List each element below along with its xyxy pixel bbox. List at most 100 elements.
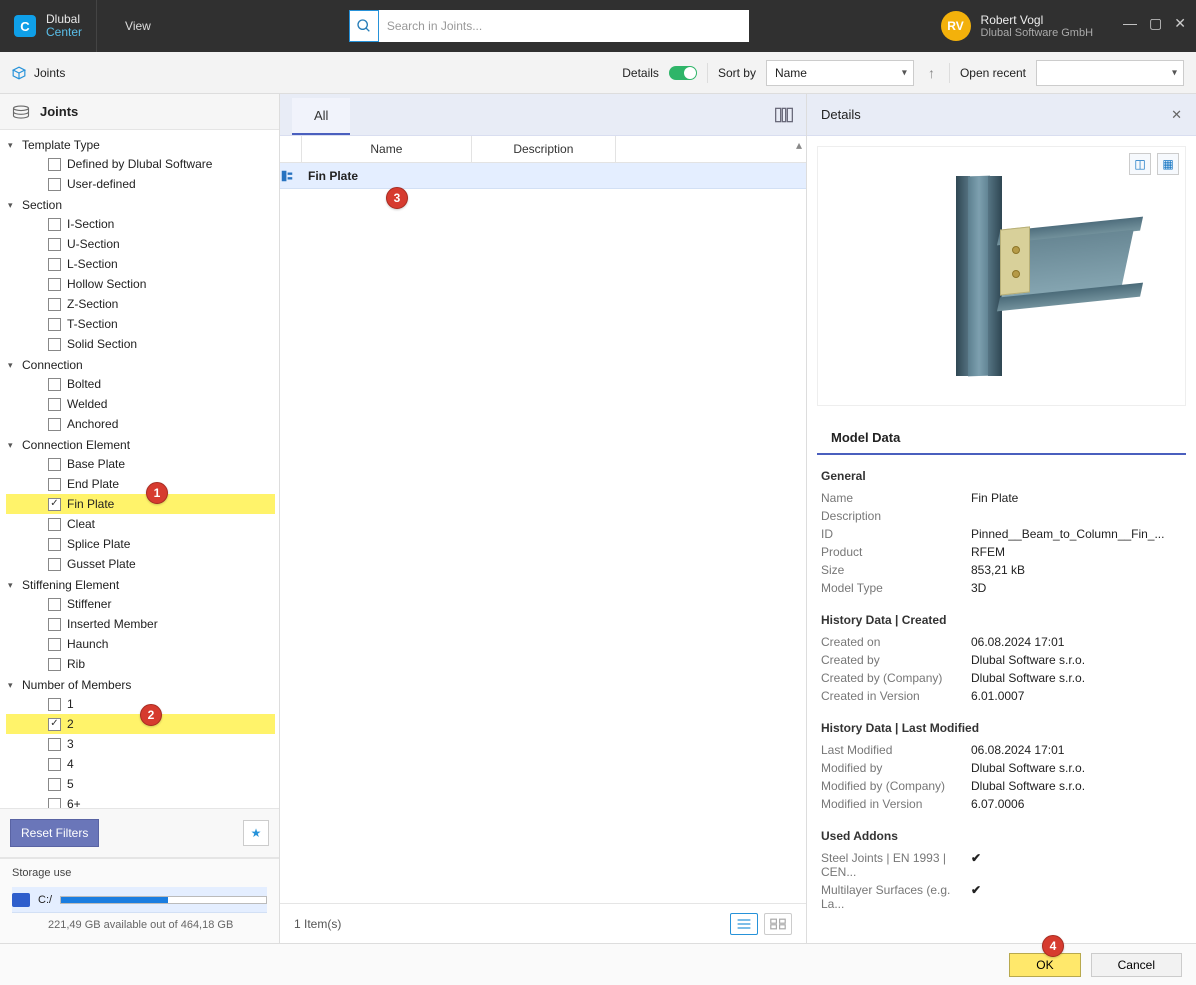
- favorite-button[interactable]: ★: [243, 820, 269, 846]
- chevron-down-icon: ▾: [1172, 67, 1177, 78]
- filter-fin-plate[interactable]: Fin Plate: [6, 494, 275, 514]
- filter-item[interactable]: I-Section: [6, 214, 275, 234]
- filter-item[interactable]: Inserted Member: [6, 614, 275, 634]
- columns-icon[interactable]: [774, 106, 794, 124]
- table-header: Name Description ▴: [280, 136, 806, 163]
- app-logo: C Dlubal Center: [0, 0, 96, 52]
- filter-item[interactable]: Welded: [6, 394, 275, 414]
- view-menu[interactable]: View: [96, 0, 179, 52]
- filter-item[interactable]: Gusset Plate: [6, 554, 275, 574]
- storage-text: 221,49 GB available out of 464,18 GB: [12, 919, 267, 931]
- group-stiffening-element[interactable]: ▾Stiffening Element: [6, 576, 275, 594]
- col-description[interactable]: Description: [472, 136, 616, 162]
- group-created: History Data | Created: [821, 607, 1182, 633]
- sidebar-header: Joints: [0, 94, 279, 130]
- close-icon[interactable]: ✕: [1174, 15, 1186, 32]
- sortby-select[interactable]: Name ▾: [766, 60, 914, 86]
- check-icon: ✔: [971, 883, 1182, 911]
- disk-icon: [12, 893, 30, 907]
- check-icon: ✔: [971, 851, 1182, 879]
- main-area: Joints ▾Template Type Defined by Dlubal …: [0, 94, 1196, 943]
- ok-button[interactable]: OK: [1009, 953, 1080, 977]
- app-header: C Dlubal Center View RV Robert Vogl Dlub…: [0, 0, 1196, 52]
- toolbar: Joints Details Sort by Name ▾ ↑ Open rec…: [0, 52, 1196, 94]
- minimize-icon[interactable]: —: [1123, 15, 1137, 32]
- marker-2: 2: [140, 704, 162, 726]
- render-model: [882, 176, 1122, 376]
- col-name[interactable]: Name: [302, 136, 472, 162]
- group-general: General: [821, 463, 1182, 489]
- chevron-down-icon: ▾: [902, 67, 907, 78]
- filter-item[interactable]: 4: [6, 754, 275, 774]
- filter-item[interactable]: Hollow Section: [6, 274, 275, 294]
- filter-item[interactable]: Z-Section: [6, 294, 275, 314]
- group-num-members[interactable]: ▾Number of Members: [6, 676, 275, 694]
- marker-1: 1: [146, 482, 168, 504]
- table-body: Fin Plate 3: [280, 163, 806, 903]
- storage-panel: Storage use C:/ 221,49 GB available out …: [0, 858, 279, 943]
- filter-item[interactable]: Solid Section: [6, 334, 275, 354]
- toolbar-joints-label[interactable]: Joints: [34, 66, 65, 80]
- filter-item[interactable]: Haunch: [6, 634, 275, 654]
- filter-item[interactable]: Stiffener: [6, 594, 275, 614]
- marker-3: 3: [386, 187, 408, 209]
- group-connection[interactable]: ▾Connection: [6, 356, 275, 374]
- filter-item[interactable]: Rib: [6, 654, 275, 674]
- filter-item[interactable]: T-Section: [6, 314, 275, 334]
- filter-item[interactable]: Defined by Dlubal Software: [6, 154, 275, 174]
- details-toggle[interactable]: [669, 66, 697, 80]
- group-modified: History Data | Last Modified: [821, 715, 1182, 741]
- center-panel: All Name Description ▴ Fin Plate 3 1 Ite…: [280, 94, 806, 943]
- marker-4: 4: [1042, 935, 1064, 957]
- filter-item[interactable]: End Plate: [6, 474, 275, 494]
- avatar[interactable]: RV: [941, 11, 971, 41]
- sortby-value: Name: [775, 66, 807, 80]
- filter-item[interactable]: Anchored: [6, 414, 275, 434]
- reset-filters-button[interactable]: Reset Filters: [10, 819, 99, 847]
- table-row[interactable]: Fin Plate: [280, 163, 806, 189]
- group-section[interactable]: ▾Section: [6, 196, 275, 214]
- image-icon[interactable]: ▦: [1157, 153, 1179, 175]
- filter-item[interactable]: Bolted: [6, 374, 275, 394]
- tab-all[interactable]: All: [292, 98, 350, 135]
- maximize-icon[interactable]: ▢: [1149, 15, 1162, 32]
- reset-row: Reset Filters ★: [0, 808, 279, 858]
- storage-label: Storage use: [12, 867, 267, 879]
- drive-label: C:/: [38, 894, 52, 906]
- close-details-icon[interactable]: ✕: [1171, 107, 1182, 123]
- center-footer: 1 Item(s): [280, 903, 806, 943]
- preview-3d[interactable]: ◫ ▦: [817, 146, 1186, 406]
- view-3d-icon[interactable]: ◫: [1129, 153, 1151, 175]
- open-recent-select[interactable]: ▾: [1036, 60, 1184, 86]
- grid-view-button[interactable]: [764, 913, 792, 935]
- details-label: Details: [622, 66, 659, 80]
- filter-item[interactable]: Splice Plate: [6, 534, 275, 554]
- filter-item[interactable]: 3: [6, 734, 275, 754]
- filter-item[interactable]: 6+: [6, 794, 275, 808]
- window-controls: — ▢ ✕: [1123, 11, 1186, 32]
- storage-bar: [60, 896, 267, 904]
- filter-item[interactable]: L-Section: [6, 254, 275, 274]
- row-icon: [280, 169, 302, 183]
- details-panel: Details ✕ ◫ ▦ Model Data General NameFin…: [806, 94, 1196, 943]
- filter-item[interactable]: Cleat: [6, 514, 275, 534]
- group-template-type[interactable]: ▾Template Type: [6, 136, 275, 154]
- filters: ▾Template Type Defined by Dlubal Softwar…: [0, 130, 279, 808]
- list-view-button[interactable]: [730, 913, 758, 935]
- sortby-label: Sort by: [718, 66, 756, 80]
- user-company: Dlubal Software GmbH: [981, 27, 1094, 39]
- search-icon[interactable]: [349, 10, 379, 42]
- sidebar-title: Joints: [40, 104, 78, 119]
- filter-item[interactable]: User-defined: [6, 174, 275, 194]
- user-area: RV Robert Vogl Dlubal Software GmbH — ▢ …: [941, 11, 1196, 41]
- group-connection-element[interactable]: ▾Connection Element: [6, 436, 275, 454]
- filter-item[interactable]: Base Plate: [6, 454, 275, 474]
- search-input[interactable]: [379, 10, 749, 42]
- joints-icon: [12, 66, 26, 80]
- filter-item[interactable]: 5: [6, 774, 275, 794]
- sidebar: Joints ▾Template Type Defined by Dlubal …: [0, 94, 280, 943]
- sort-asc-button[interactable]: ↑: [924, 65, 939, 81]
- user-name: Robert Vogl: [981, 13, 1094, 27]
- cancel-button[interactable]: Cancel: [1091, 953, 1182, 977]
- filter-item[interactable]: U-Section: [6, 234, 275, 254]
